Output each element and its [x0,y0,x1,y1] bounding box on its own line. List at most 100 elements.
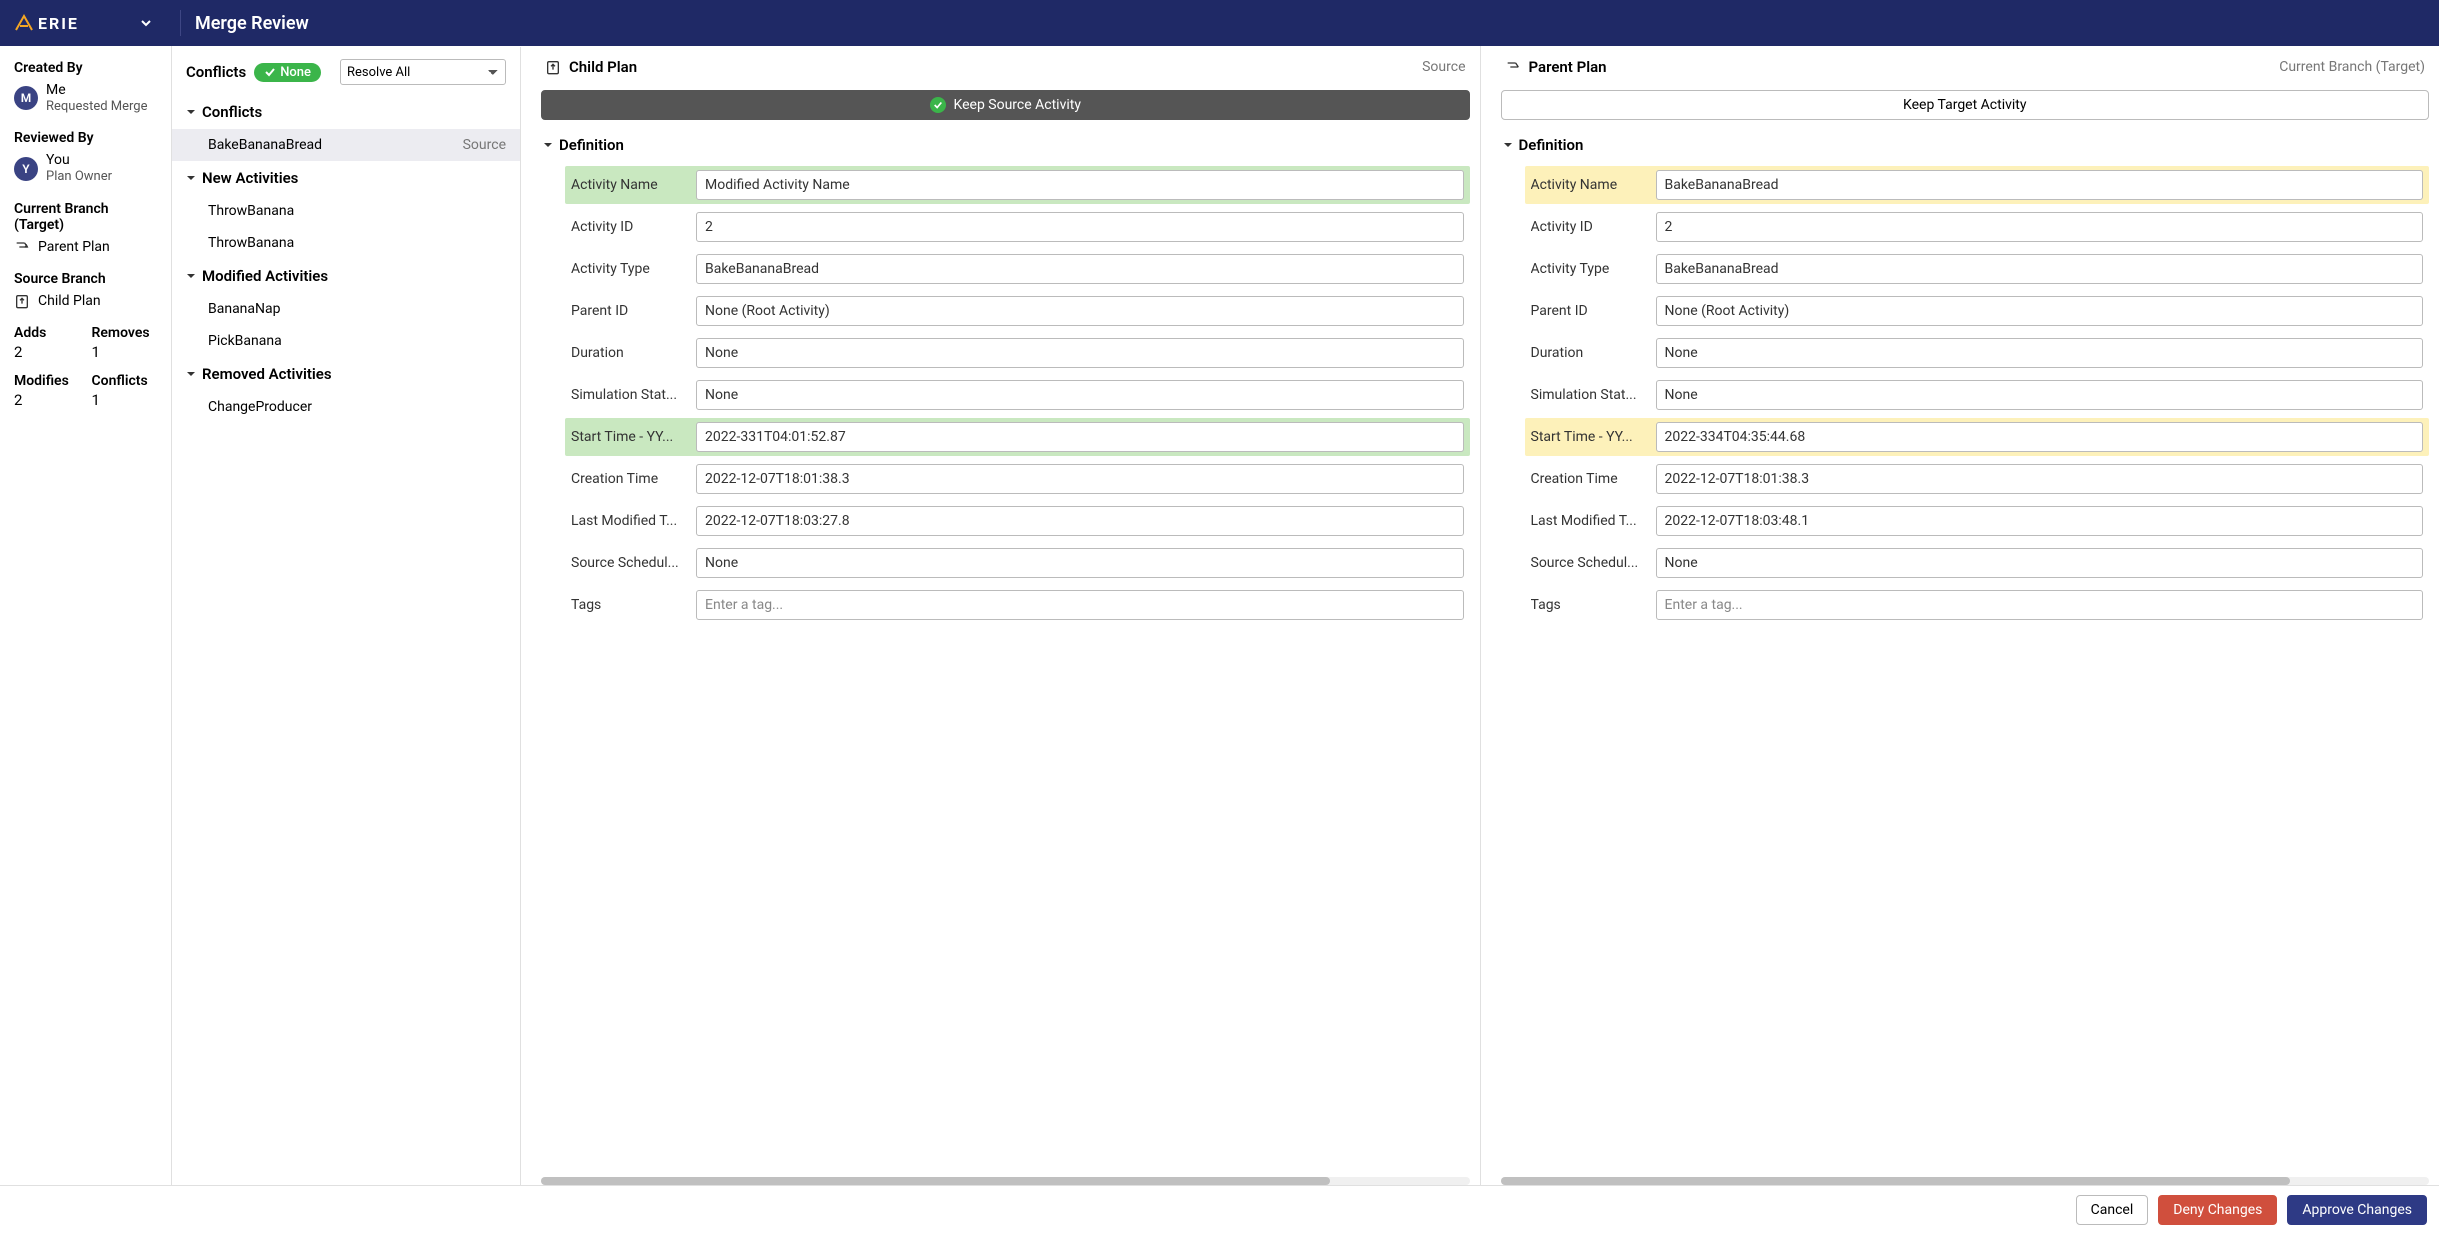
field-input[interactable]: Enter a tag... [696,590,1464,620]
field-label: Creation Time [1531,471,1646,487]
resolve-all-select[interactable]: Resolve All [340,59,506,85]
adds-label: Adds [14,325,80,341]
keep-target-label: Keep Target Activity [1903,97,2027,113]
item-name: ThrowBanana [208,203,294,219]
created-by-label: Created By [14,60,157,76]
field-row: Creation Time 2022-12-07T18:01:38.3 [565,460,1470,498]
target-column: Parent Plan Current Branch (Target) Keep… [1491,46,2439,1185]
field-row: Activity Type BakeBananaBread [565,250,1470,288]
chevron-down-icon [186,173,196,183]
field-input[interactable]: Enter a tag... [1656,590,2424,620]
field-label: Start Time - YY... [1531,429,1646,445]
field-label: Creation Time [571,471,686,487]
field-input[interactable]: BakeBananaBread [1656,170,2424,200]
bottom-bar: Cancel Deny Changes Approve Changes [0,1185,2439,1233]
field-label: Activity Type [1531,261,1646,277]
field-label: Last Modified T... [571,513,686,529]
field-row: Source Schedul...None [565,544,1470,582]
field-row: Last Modified T... 2022-12-07T18:03:27.8 [565,502,1470,540]
field-input[interactable]: None [1656,548,2424,578]
page-title: Merge Review [195,13,309,34]
definition-label: Definition [1519,136,1584,154]
definition-header[interactable]: Definition [1491,126,2439,162]
list-item[interactable]: ChangeProducer [172,391,520,423]
section-label: New Activities [202,169,298,187]
check-icon [264,66,276,78]
top-bar: ERIE Merge Review [0,0,2439,46]
modifies-label: Modifies [14,373,80,389]
field-input[interactable]: 2022-12-07T18:03:48.1 [1656,506,2424,536]
field-row: Duration None [565,334,1470,372]
field-row: Creation Time 2022-12-07T18:01:38.3 [1525,460,2430,498]
field-row: Activity ID2 [1525,208,2430,246]
keep-source-label: Keep Source Activity [954,97,1081,113]
field-input[interactable]: 2022-12-07T18:01:38.3 [696,464,1464,494]
app-logo[interactable]: ERIE [14,14,152,32]
deny-changes-button[interactable]: Deny Changes [2158,1195,2277,1225]
field-input[interactable]: 2022-12-07T18:01:38.3 [1656,464,2424,494]
section-modified[interactable]: Modified Activities [172,259,520,293]
field-input[interactable]: 2 [696,212,1464,242]
section-removed[interactable]: Removed Activities [172,357,520,391]
section-new[interactable]: New Activities [172,161,520,195]
field-input[interactable]: 2022-331T04:01:52.87 [696,422,1464,452]
list-item[interactable]: ThrowBanana [172,227,520,259]
upload-doc-icon [14,293,30,309]
branch-icon [1505,59,1521,75]
field-label: Activity Type [571,261,686,277]
horizontal-scrollbar[interactable] [1501,1177,2430,1185]
list-item[interactable]: PickBanana [172,325,520,357]
cancel-button[interactable]: Cancel [2076,1195,2149,1225]
item-name: ChangeProducer [208,399,312,415]
field-row: Activity NameModified Activity Name [565,166,1470,204]
field-label: Duration [571,345,686,361]
field-input[interactable]: BakeBananaBread [1656,254,2424,284]
conflicts-badge-text: None [280,65,311,80]
field-input[interactable]: None (Root Activity) [1656,296,2424,326]
removes-value: 1 [92,343,158,361]
horizontal-scrollbar[interactable] [541,1177,1470,1185]
avatar: Y [14,157,38,181]
approve-changes-button[interactable]: Approve Changes [2287,1195,2427,1225]
field-input[interactable]: 2022-12-07T18:03:27.8 [696,506,1464,536]
field-input[interactable]: BakeBananaBread [696,254,1464,284]
field-input[interactable]: None [696,380,1464,410]
section-conflicts[interactable]: Conflicts [172,95,520,129]
source-tag: Source [1422,59,1465,75]
current-branch-value: Parent Plan [38,239,110,255]
field-label: Tags [571,597,686,613]
definition-header[interactable]: Definition [531,126,1480,162]
section-label: Removed Activities [202,365,332,383]
keep-target-button[interactable]: Keep Target Activity [1501,90,2430,120]
field-row: Duration None [1525,334,2430,372]
reviewed-by-sub: Plan Owner [46,169,112,185]
main-area: Created By M Me Requested Merge Reviewed… [0,46,2439,1185]
field-label: Activity ID [571,219,686,235]
field-row: Activity NameBakeBananaBread [1525,166,2430,204]
list-item[interactable]: ThrowBanana [172,195,520,227]
field-label: Start Time - YY... [571,429,686,445]
field-row: Activity Type BakeBananaBread [1525,250,2430,288]
field-input[interactable]: 2 [1656,212,2424,242]
field-label: Simulation Stat... [571,387,686,403]
field-label: Tags [1531,597,1646,613]
field-input[interactable]: None (Root Activity) [696,296,1464,326]
upload-doc-icon [545,59,561,75]
field-input[interactable]: None [1656,380,2424,410]
field-row: Simulation Stat... None [565,376,1470,414]
field-input[interactable]: None [696,338,1464,368]
list-item[interactable]: BananaNap [172,293,520,325]
compare-area: Child Plan Source Keep Source Activity D… [521,46,2439,1185]
item-name: BakeBananaBread [208,137,322,153]
list-item[interactable]: BakeBananaBreadSource [172,129,520,161]
source-branch-label: Source Branch [14,271,157,287]
field-label: Parent ID [1531,303,1646,319]
field-input[interactable]: None [1656,338,2424,368]
keep-source-button[interactable]: Keep Source Activity [541,90,1470,120]
reviewed-by-user: You [46,152,112,169]
field-label: Duration [1531,345,1646,361]
removes-label: Removes [92,325,158,341]
field-input[interactable]: None [696,548,1464,578]
field-input[interactable]: Modified Activity Name [696,170,1464,200]
field-input[interactable]: 2022-334T04:35:44.68 [1656,422,2424,452]
